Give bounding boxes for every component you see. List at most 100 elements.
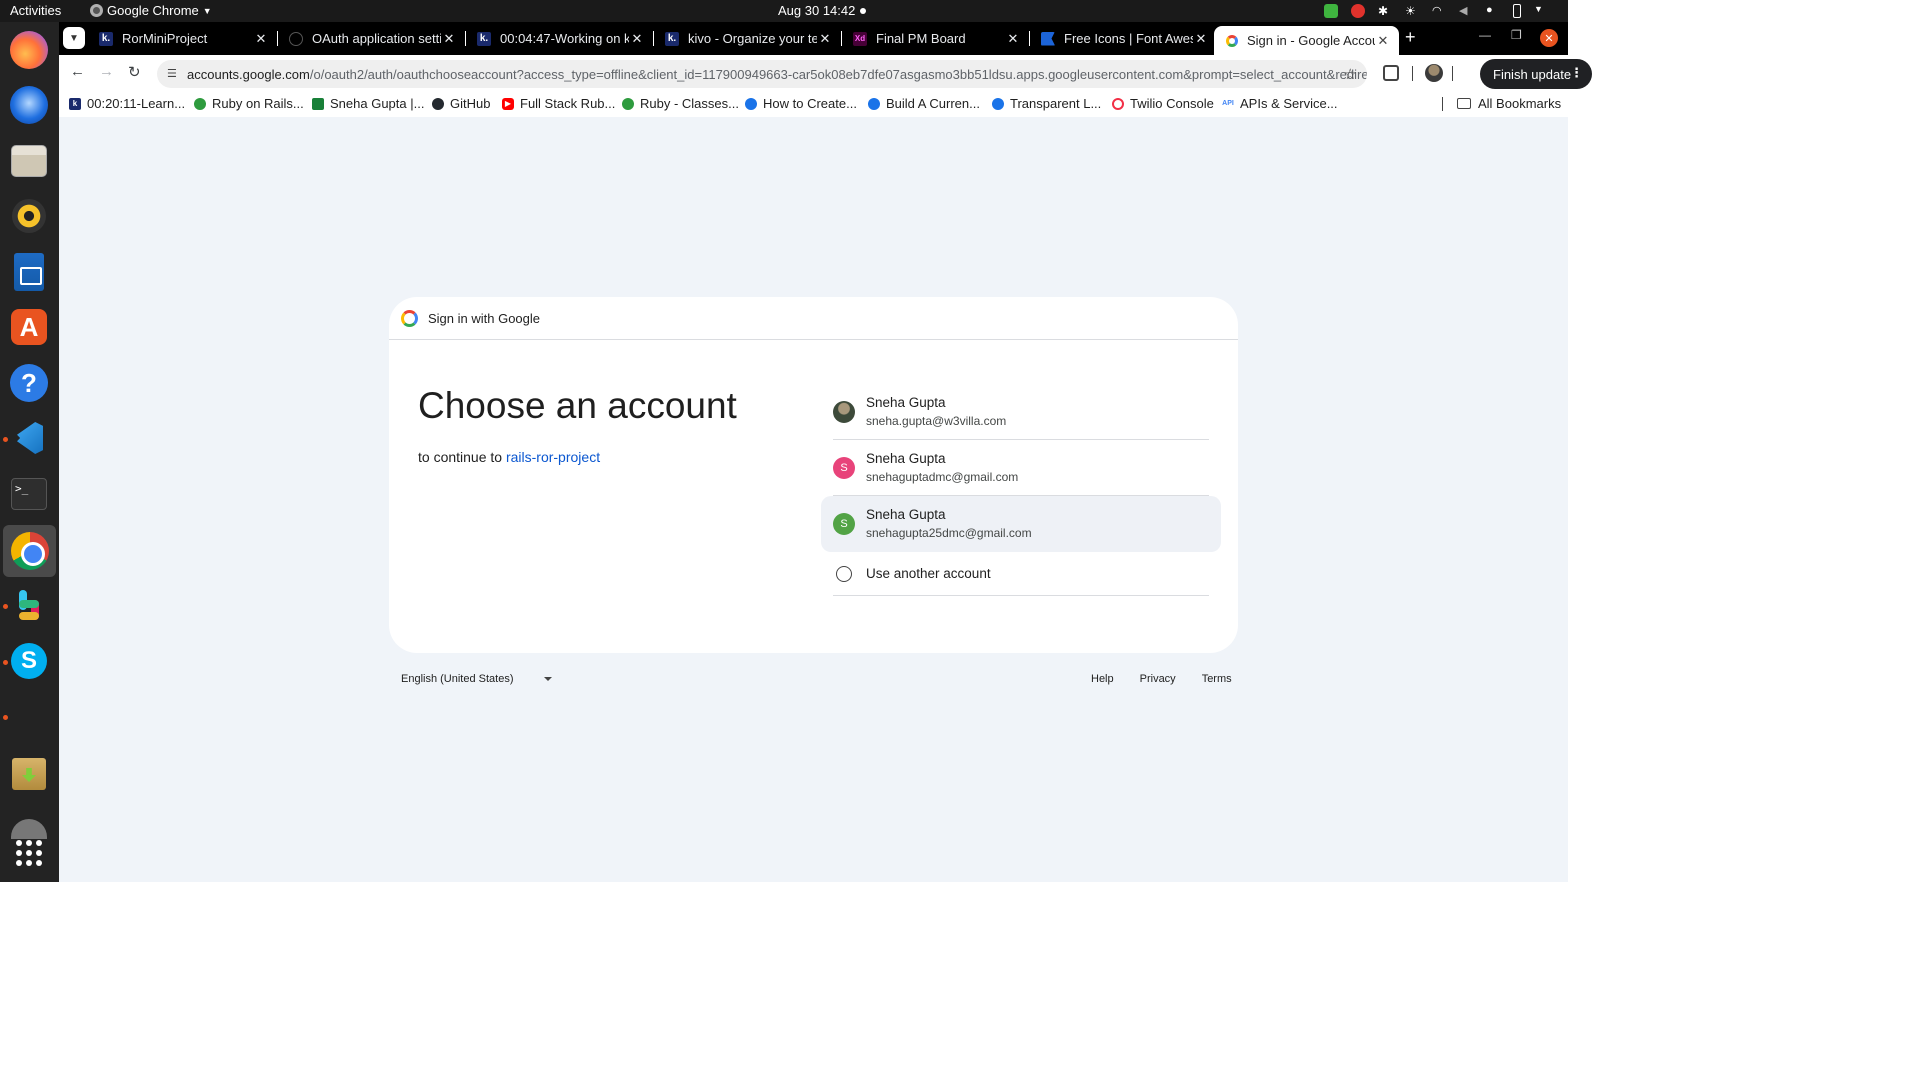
bookmark-item[interactable]: k 00:20:11-Learn... — [69, 96, 185, 111]
clock[interactable]: Aug 30 14:42 — [778, 3, 855, 18]
system-tray[interactable]: ✱ ☀ ◠ ◀ ● ▼ — [1324, 2, 1548, 20]
toolbar-separator — [1452, 66, 1453, 81]
profile-avatar[interactable] — [1425, 64, 1443, 82]
minimize-button[interactable]: — — [1479, 28, 1491, 42]
bookmark-item[interactable]: API APIs & Service... — [1222, 96, 1337, 111]
slack-tray-icon[interactable]: ✱ — [1378, 4, 1392, 18]
app-menu[interactable]: Google Chrome ▼ — [90, 3, 212, 18]
forward-button[interactable]: → — [99, 63, 114, 80]
terminal-launcher[interactable]: >_ — [8, 473, 50, 515]
close-icon[interactable]: ✕ — [253, 31, 269, 47]
bookmark-item[interactable]: Ruby - Classes... — [622, 96, 739, 111]
writer-launcher[interactable] — [8, 251, 50, 293]
tab-font-awesome[interactable]: Free Icons | Font Aweso ✕ — [1029, 22, 1217, 55]
chrome-launcher[interactable] — [3, 525, 56, 577]
toolbar-separator — [1412, 66, 1413, 81]
avatar: S — [833, 513, 855, 535]
bookmark-item[interactable]: Build A Curren... — [868, 96, 980, 111]
trash-launcher[interactable] — [8, 753, 50, 795]
back-button[interactable]: ← — [70, 63, 85, 80]
close-icon[interactable]: ✕ — [1375, 33, 1391, 49]
bookmark-item[interactable]: Sneha Gupta |... — [312, 96, 424, 111]
account-circle-icon — [836, 566, 852, 582]
power-menu-icon[interactable]: ▼ — [1534, 4, 1548, 18]
microphone-icon[interactable]: ● — [1486, 4, 1500, 18]
bookmark-item[interactable]: GitHub — [432, 96, 490, 111]
volume-icon[interactable]: ◀ — [1459, 4, 1473, 18]
bookmark-label: Transparent L... — [1010, 96, 1102, 111]
app-center-launcher[interactable]: A — [8, 306, 50, 348]
bookmark-favicon-icon — [868, 97, 880, 110]
privacy-link[interactable]: Privacy — [1140, 673, 1176, 685]
tab-rorminiproject[interactable]: k. RorMiniProject ✕ — [87, 22, 278, 55]
bookmark-favicon-icon — [622, 97, 634, 110]
vscode-launcher[interactable] — [8, 417, 50, 459]
all-bookmarks-button[interactable]: All Bookmarks — [1457, 96, 1561, 111]
close-icon[interactable]: ✕ — [1005, 31, 1021, 47]
tab-favicon-icon: Xd — [853, 31, 867, 46]
restore-button[interactable]: ❐ — [1511, 28, 1522, 42]
avatar — [833, 401, 855, 423]
help-launcher[interactable]: ? — [8, 362, 50, 404]
terms-link[interactable]: Terms — [1202, 673, 1232, 685]
address-bar[interactable]: ☰ accounts.google.com/o/oauth2/auth/oaut… — [157, 60, 1367, 88]
app-center-icon: A — [11, 309, 47, 345]
close-icon[interactable]: ✕ — [817, 31, 833, 47]
bookmark-item[interactable]: ▶ Full Stack Rub... — [502, 96, 615, 111]
bookmark-item[interactable]: Ruby on Rails... — [194, 96, 304, 111]
bookmark-star-icon[interactable]: ☆ — [1344, 65, 1357, 83]
bookmark-label: GitHub — [450, 96, 491, 111]
new-tab-button[interactable]: + — [1405, 27, 1416, 48]
tab-title: Final PM Board — [876, 31, 966, 46]
reload-button[interactable]: ↻ — [128, 63, 141, 81]
site-settings-icon[interactable]: ☰ — [167, 67, 180, 80]
update-icon[interactable] — [1324, 4, 1338, 18]
brightness-icon[interactable]: ☀ — [1405, 4, 1419, 18]
bookmark-item[interactable]: Transparent L... — [992, 96, 1101, 111]
thunderbird-icon — [10, 86, 48, 124]
account-item[interactable]: Sneha Gupta sneha.gupta@w3villa.com — [833, 384, 1209, 440]
tab-title: kivo - Organize your te — [688, 31, 817, 46]
chrome-icon — [90, 4, 103, 17]
bookmark-label: Twilio Console — [1130, 96, 1214, 111]
activities-button[interactable]: Activities — [10, 3, 61, 18]
account-item[interactable]: S Sneha Gupta snehaguptadmc@gmail.com — [833, 440, 1209, 496]
help-link[interactable]: Help — [1091, 673, 1114, 685]
tab-kivo[interactable]: k. kivo - Organize your te ✕ — [653, 22, 842, 55]
show-apps-button[interactable] — [8, 832, 50, 874]
battery-icon[interactable] — [1513, 4, 1521, 18]
slack-launcher[interactable] — [8, 584, 50, 626]
rhythmbox-launcher[interactable] — [8, 195, 50, 237]
bookmark-item[interactable]: Twilio Console — [1112, 96, 1214, 111]
account-item[interactable]: S Sneha Gupta snehagupta25dmc@gmail.com — [821, 496, 1221, 552]
api-icon: API — [1222, 100, 1234, 107]
bookmark-item[interactable]: How to Create... — [745, 96, 857, 111]
dock: A ? >_ S — [0, 22, 59, 882]
close-icon[interactable]: ✕ — [629, 31, 645, 47]
thunderbird-launcher[interactable] — [8, 84, 50, 126]
firefox-launcher[interactable] — [8, 29, 50, 71]
tab-working-on[interactable]: k. 00:04:47-Working on ka ✕ — [465, 22, 654, 55]
wifi-icon[interactable]: ◠ — [1432, 4, 1446, 18]
use-another-account-button[interactable]: Use another account — [833, 552, 1209, 596]
close-icon[interactable]: ✕ — [441, 31, 457, 47]
files-launcher[interactable] — [8, 140, 50, 182]
close-icon[interactable]: ✕ — [1193, 31, 1209, 47]
tab-title: Sign in - Google Accoun — [1247, 33, 1375, 48]
bookmarks-bar: k 00:20:11-Learn... Ruby on Rails... Sneh… — [59, 91, 1568, 117]
app-name-link[interactable]: rails-ror-project — [506, 449, 600, 465]
tab-search-button[interactable]: ▼ — [63, 27, 85, 49]
do-not-disturb-icon[interactable] — [1351, 4, 1365, 18]
skype-launcher[interactable]: S — [8, 640, 50, 682]
tab-google-signin[interactable]: Sign in - Google Accoun ✕ — [1214, 26, 1399, 55]
window-close-button[interactable]: ✕ — [1540, 29, 1558, 47]
footer-links: Help Privacy Terms — [1091, 673, 1232, 685]
extensions-icon[interactable] — [1383, 65, 1399, 81]
more-menu-icon[interactable]: ⋮ — [1570, 65, 1583, 81]
tab-oauth-settings[interactable]: OAuth application setti ✕ — [277, 22, 466, 55]
bookmark-label: Full Stack Rub... — [520, 96, 616, 111]
language-selector[interactable]: English (United States) — [401, 673, 552, 685]
finish-update-button[interactable]: Finish update ⋮ — [1480, 59, 1592, 89]
tab-final-pm-board[interactable]: Xd Final PM Board ✕ — [841, 22, 1030, 55]
caret-down-icon — [543, 677, 552, 681]
